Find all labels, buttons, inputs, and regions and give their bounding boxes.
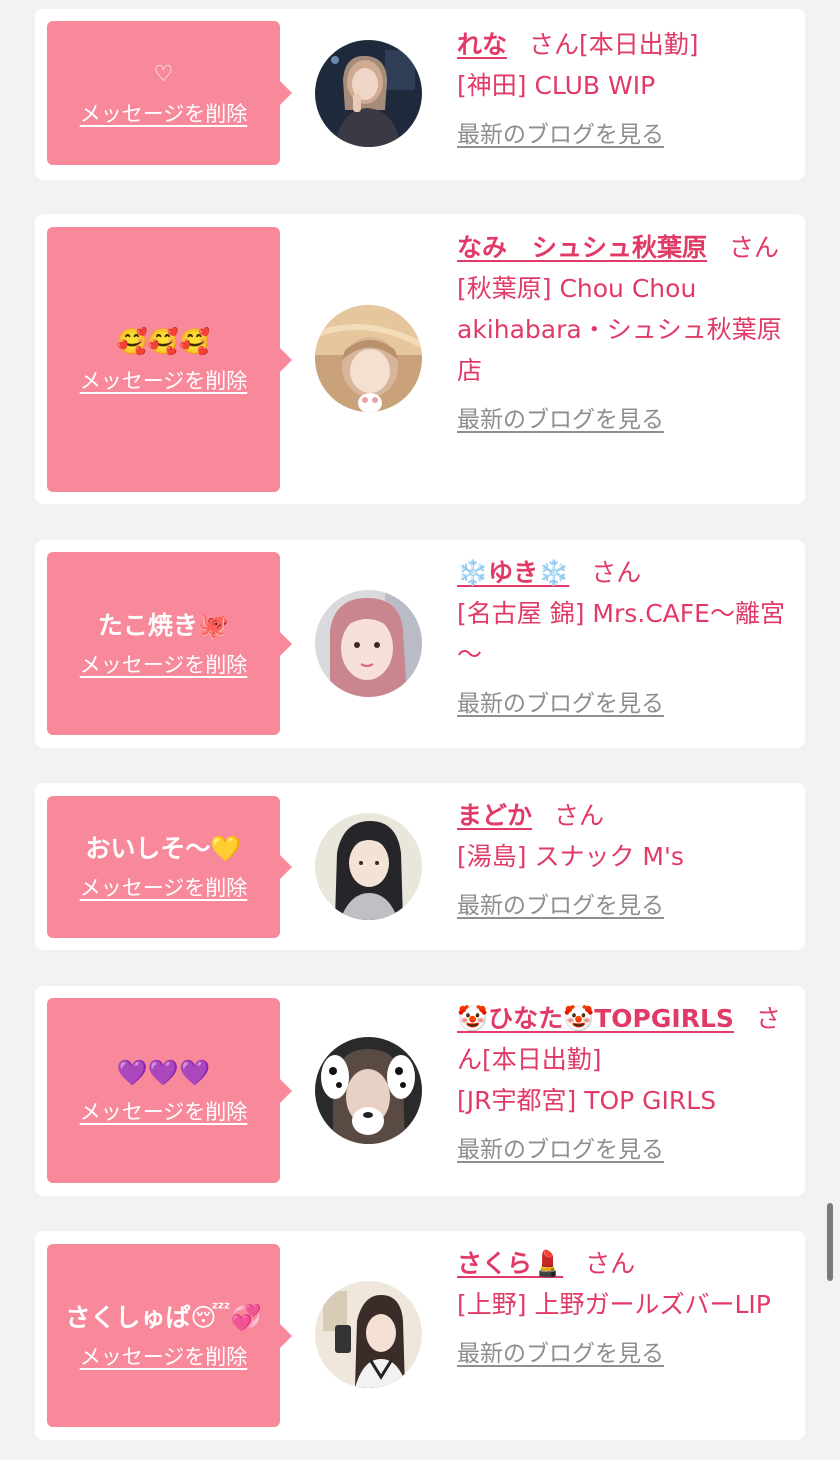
message-text: ♡ (153, 62, 174, 87)
message-bubble: ♡ メッセージを削除 (47, 21, 292, 165)
cast-info: まどか さん [湯島] スナック M's 最新のブログを見る (457, 795, 787, 921)
list-item: たこ焼き🐙 メッセージを削除 ❄️ゆき❄️ さん [名古屋 錦] Mrs.CAFE… (35, 540, 805, 748)
shop-info: [JR宇都宮] TOP GIRLS (457, 1086, 717, 1115)
avatar[interactable] (315, 40, 422, 147)
message-bubble: さくしゅぱ😴💞 メッセージを削除 (47, 1244, 292, 1427)
message-text: たこ焼き🐙 (97, 610, 230, 640)
shop-info: [湯島] スナック M's (457, 842, 684, 871)
delete-message-link[interactable]: メッセージを削除 (80, 98, 248, 128)
cast-name-link[interactable]: まどか (457, 801, 532, 830)
status-badge: [本日出勤] (579, 30, 699, 59)
avatar[interactable] (315, 813, 422, 920)
cast-name-link[interactable]: さくら💄 (457, 1249, 563, 1278)
message-text: さくしゅぱ😴💞 (65, 1302, 262, 1332)
message-bubble: 💜💜💜 メッセージを削除 (47, 998, 292, 1183)
list-item: ♡ メッセージを削除 れな さん[本日出勤] [神田] CLUB WIP 最新のブ… (35, 9, 805, 180)
cast-name-link[interactable]: なみ シュシュ秋葉原 (457, 233, 707, 262)
message-text: 💜💜💜 (116, 1057, 211, 1087)
cast-info: れな さん[本日出勤] [神田] CLUB WIP 最新のブログを見る (457, 24, 787, 150)
delete-message-link[interactable]: メッセージを削除 (80, 1096, 248, 1126)
favorite-list: ♡ メッセージを削除 れな さん[本日出勤] [神田] CLUB WIP 最新のブ… (0, 0, 840, 1460)
list-item: おいしそ〜💛 メッセージを削除 まどか さん [湯島] スナック M's 最新のブ… (35, 783, 805, 950)
latest-blog-link[interactable]: 最新のブログを見る (457, 120, 787, 150)
latest-blog-link[interactable]: 最新のブログを見る (457, 689, 787, 719)
delete-message-link[interactable]: メッセージを削除 (80, 365, 248, 395)
honorific: さん (585, 1249, 636, 1278)
shop-info: [神田] CLUB WIP (457, 71, 656, 100)
cast-info: さくら💄 さん [上野] 上野ガールズバーLIP 最新のブログを見る (457, 1243, 787, 1369)
latest-blog-link[interactable]: 最新のブログを見る (457, 405, 787, 435)
delete-message-link[interactable]: メッセージを削除 (80, 1341, 248, 1371)
latest-blog-link[interactable]: 最新のブログを見る (457, 1135, 787, 1165)
delete-message-link[interactable]: メッセージを削除 (80, 649, 248, 679)
shop-info: [名古屋 錦] Mrs.CAFE～離宮～ (457, 599, 785, 669)
shop-info: [秋葉原] Chou Chou akihabara・シュシュ秋葉原店 (457, 274, 782, 385)
delete-message-link[interactable]: メッセージを削除 (80, 872, 248, 902)
latest-blog-link[interactable]: 最新のブログを見る (457, 1339, 787, 1369)
cast-name-link[interactable]: ❄️ゆき❄️ (457, 558, 569, 587)
cast-info: 🤡ひなた🤡TOPGIRLS さん[本日出勤] [JR宇都宮] TOP GIRLS … (457, 998, 787, 1165)
message-bubble: 🥰🥰🥰 メッセージを削除 (47, 227, 292, 492)
message-text: おいしそ〜💛 (85, 834, 242, 863)
cast-info: なみ シュシュ秋葉原 さん [秋葉原] Chou Chou akihabara・シ… (457, 227, 787, 435)
message-bubble: おいしそ〜💛 メッセージを削除 (47, 796, 292, 938)
avatar[interactable] (315, 305, 422, 412)
avatar[interactable] (315, 1037, 422, 1144)
honorific: さん (529, 30, 580, 59)
honorific: さん (729, 233, 780, 262)
shop-info: [上野] 上野ガールズバーLIP (457, 1290, 771, 1319)
cast-name-link[interactable]: 🤡ひなた🤡TOPGIRLS (457, 1004, 734, 1033)
list-item: 💜💜💜 メッセージを削除 🤡ひなた🤡TOPGIRLS さん[本日出勤] [JR宇都… (35, 986, 805, 1196)
cast-name-link[interactable]: れな (457, 30, 507, 59)
message-bubble: たこ焼き🐙 メッセージを削除 (47, 552, 292, 735)
honorific: さん (554, 801, 605, 830)
list-item: さくしゅぱ😴💞 メッセージを削除 さくら💄 さん [上野] 上野ガールズバーLIP… (35, 1231, 805, 1440)
list-item: 🥰🥰🥰 メッセージを削除 なみ シュシュ秋葉原 さん [秋葉原] Chou Cho… (35, 214, 805, 504)
cast-info: ❄️ゆき❄️ さん [名古屋 錦] Mrs.CAFE～離宮～ 最新のブログを見る (457, 552, 787, 719)
honorific: さん (591, 558, 642, 587)
message-text: 🥰🥰🥰 (116, 326, 211, 356)
status-badge: [本日出勤] (482, 1045, 602, 1074)
scrollbar[interactable] (827, 1203, 833, 1281)
latest-blog-link[interactable]: 最新のブログを見る (457, 891, 787, 921)
avatar[interactable] (315, 590, 422, 697)
avatar[interactable] (315, 1281, 422, 1388)
